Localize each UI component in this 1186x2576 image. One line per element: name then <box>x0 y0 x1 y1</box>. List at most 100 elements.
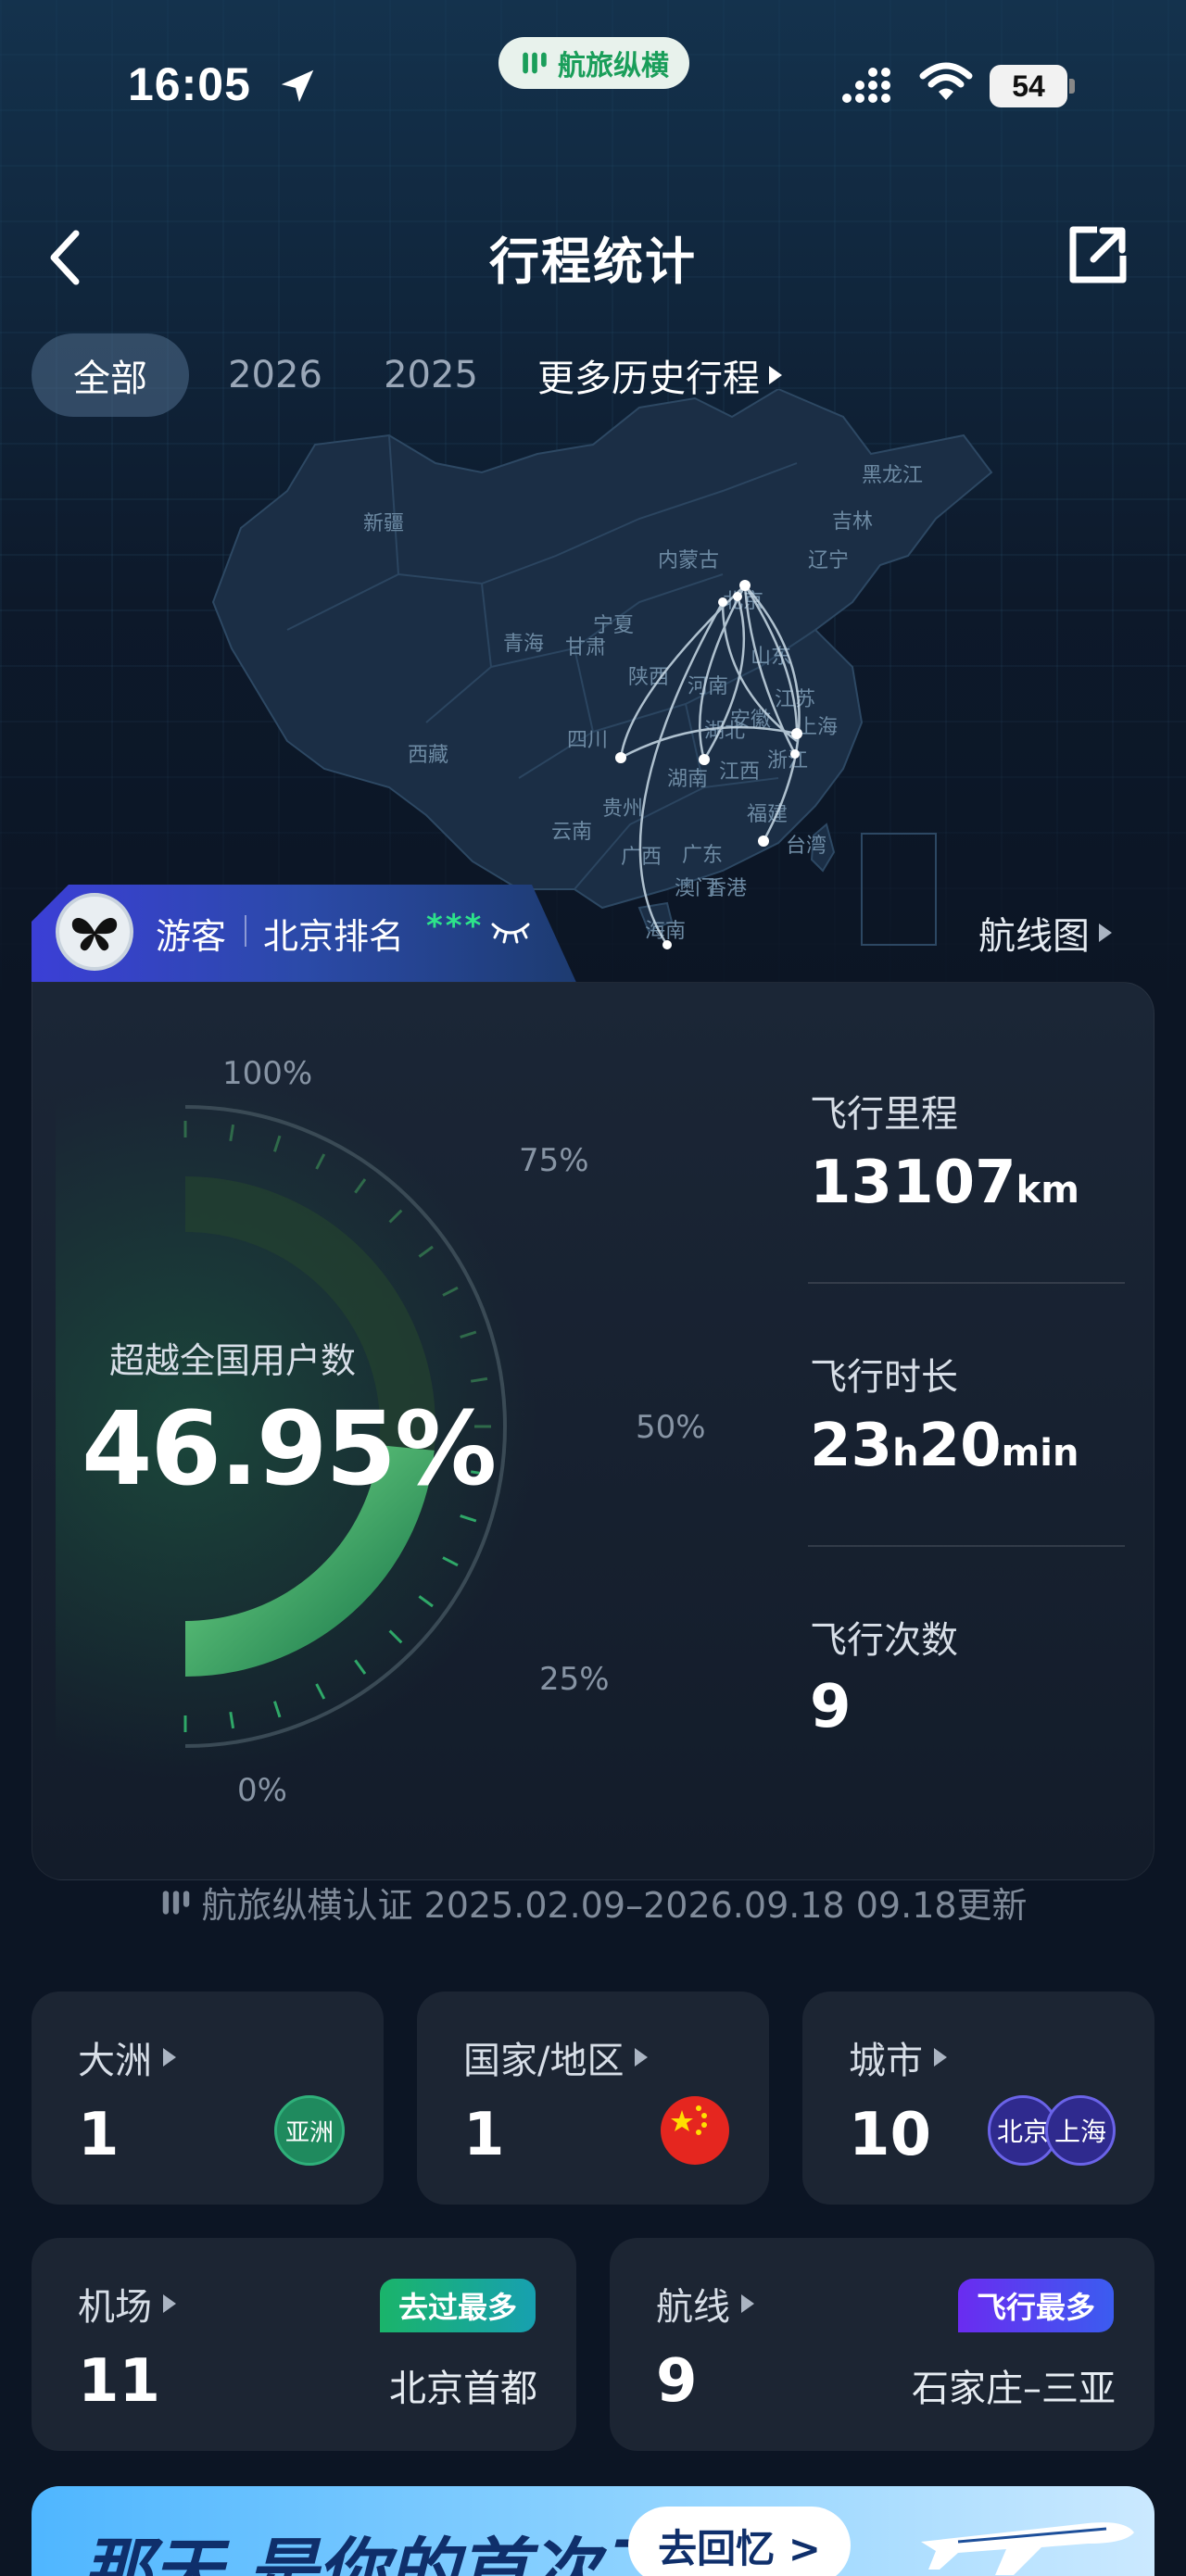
chevron-right-icon <box>1099 924 1112 942</box>
route-tile-header: 航线 <box>656 2277 754 2331</box>
svg-text:福建: 福建 <box>747 803 788 826</box>
continent-value: 1 <box>78 2101 120 2169</box>
gauge-tick-label-50: 50% <box>636 1409 706 1446</box>
svg-text:云南: 云南 <box>551 821 592 844</box>
svg-text:新疆: 新疆 <box>363 512 404 535</box>
most-visited-tag: 去过最多 <box>380 2279 536 2332</box>
location-arrow-icon <box>281 69 314 103</box>
back-button[interactable] <box>41 220 96 295</box>
route-label: 航线 <box>656 2286 730 2329</box>
svg-text:陕西: 陕西 <box>628 666 669 689</box>
wifi-icon <box>919 62 973 100</box>
recall-button[interactable]: 去回忆 > <box>628 2507 851 2576</box>
tab-all[interactable]: 全部 <box>32 333 189 417</box>
svg-text:贵州: 贵州 <box>602 798 643 821</box>
user-name: 游客 <box>156 916 227 957</box>
svg-text:四川: 四川 <box>567 729 608 752</box>
route-value: 9 <box>656 2347 698 2416</box>
continent-tile-header: 大洲 <box>78 2030 176 2084</box>
continent-badge: 亚洲 <box>274 2095 345 2166</box>
svg-text:广东: 广东 <box>682 844 723 867</box>
most-flown-tag: 飞行最多 <box>958 2279 1115 2332</box>
flights-value: 9 <box>810 1673 852 1741</box>
airplane-icon <box>921 2522 1134 2575</box>
china-flight-map[interactable]: 新疆 西藏 青海 甘肃 宁夏 内蒙古 四川 陕西 河南 湖北 湖南 贵州 云南 … <box>204 389 1001 963</box>
country-label: 国家/地区 <box>463 2040 625 2082</box>
chevron-right-icon <box>741 2294 754 2313</box>
brand-logo-icon <box>163 1890 190 1915</box>
city-badge: 上海 <box>1045 2095 1116 2166</box>
beat-users-label: 超越全国用户数 <box>109 1340 357 1381</box>
distance-number: 13107 <box>810 1149 1016 1217</box>
rank-value: *** <box>426 908 485 945</box>
svg-text:青海: 青海 <box>503 633 544 656</box>
brand-logo-icon <box>523 52 547 74</box>
airport-tile[interactable]: 机场 11 去过最多 北京首都 <box>32 2238 576 2451</box>
certification-text: 航旅纵横认证 2025.02.09–2026.09.18 09.18更新 <box>201 1885 1028 1926</box>
city-value: 10 <box>849 2101 932 2169</box>
chevron-right-icon <box>769 366 782 384</box>
svg-text:浙江: 浙江 <box>767 749 808 773</box>
hidden-eye-icon[interactable] <box>489 917 532 945</box>
country-value: 1 <box>463 2101 505 2169</box>
duration-hours-unit: h <box>892 1432 919 1475</box>
user-avatar[interactable] <box>56 893 133 971</box>
chevron-right-icon <box>163 2048 176 2067</box>
svg-text:宁夏: 宁夏 <box>593 614 634 637</box>
airport-label: 机场 <box>78 2286 152 2329</box>
airport-value: 11 <box>78 2347 161 2416</box>
route-map-link[interactable]: 航线图 <box>978 906 1112 960</box>
battery-tip <box>1069 79 1075 94</box>
gauge-tick-label-100: 100% <box>222 1055 312 1092</box>
continent-tile[interactable]: 大洲 1 亚洲 <box>32 1992 384 2205</box>
battery-level: 54 <box>990 65 1067 107</box>
top-route: 石家庄–三亚 <box>912 2368 1116 2410</box>
svg-text:湖南: 湖南 <box>667 768 708 791</box>
cellular-signal-icon <box>842 68 890 103</box>
chevron-right-icon <box>635 2048 649 2067</box>
svg-text:吉林: 吉林 <box>832 510 873 534</box>
top-airport: 北京首都 <box>389 2368 537 2410</box>
status-bar: 16:05 航旅纵横 54 <box>0 0 1186 176</box>
duration-minutes-unit: min <box>1001 1432 1079 1475</box>
south-sea-inset <box>861 833 937 946</box>
country-tile-header: 国家/地区 <box>463 2030 649 2084</box>
flights-label: 飞行次数 <box>810 1619 958 1662</box>
svg-text:内蒙古: 内蒙古 <box>658 549 719 572</box>
duration-hours: 23 <box>810 1412 893 1480</box>
city-tile[interactable]: 城市 10 北京 上海 <box>802 1992 1154 2205</box>
city-label: 城市 <box>849 2040 923 2082</box>
svg-text:辽宁: 辽宁 <box>808 549 849 572</box>
gauge-tick-label-0: 0% <box>237 1772 287 1809</box>
duration-minutes: 20 <box>918 1412 1002 1480</box>
svg-text:河南: 河南 <box>688 675 728 698</box>
svg-text:黑龙江: 黑龙江 <box>862 464 923 487</box>
city-tile-header: 城市 <box>849 2030 947 2084</box>
svg-text:海南: 海南 <box>645 920 686 943</box>
brand-name: 航旅纵横 <box>558 50 669 82</box>
beat-users-value: 46.95% <box>82 1389 497 1508</box>
divider <box>245 915 246 947</box>
metric-divider <box>808 1545 1125 1547</box>
svg-text:江西: 江西 <box>719 760 760 784</box>
certification-line: 航旅纵横认证 2025.02.09–2026.09.18 09.18更新 <box>0 1877 1186 1928</box>
distance-unit: km <box>1016 1169 1079 1212</box>
share-export-icon[interactable] <box>1066 222 1130 287</box>
svg-text:甘肃: 甘肃 <box>565 636 606 660</box>
rank-label: 北京排名 <box>263 916 405 957</box>
brand-pill[interactable]: 航旅纵横 <box>498 37 689 89</box>
route-tile[interactable]: 航线 9 飞行最多 石家庄–三亚 <box>610 2238 1154 2451</box>
duration-value: 23h20min <box>810 1412 1079 1480</box>
gauge-tick-label-25: 25% <box>539 1661 610 1698</box>
chevron-right-icon <box>163 2294 176 2313</box>
country-tile[interactable]: 国家/地区 1 <box>417 1992 769 2205</box>
chevron-right-icon <box>934 2048 947 2067</box>
battery-indicator: 54 <box>990 65 1075 107</box>
page-title: 行程统计 <box>489 232 697 291</box>
first-flight-banner[interactable]: 那天 是你的首次飞行 去回忆 > <box>32 2486 1154 2576</box>
svg-text:上海: 上海 <box>797 716 838 739</box>
distance-value: 13107km <box>810 1149 1079 1217</box>
status-time: 16:05 <box>128 58 251 110</box>
china-flag-icon <box>661 2096 729 2165</box>
route-map-label: 航线图 <box>978 915 1090 958</box>
